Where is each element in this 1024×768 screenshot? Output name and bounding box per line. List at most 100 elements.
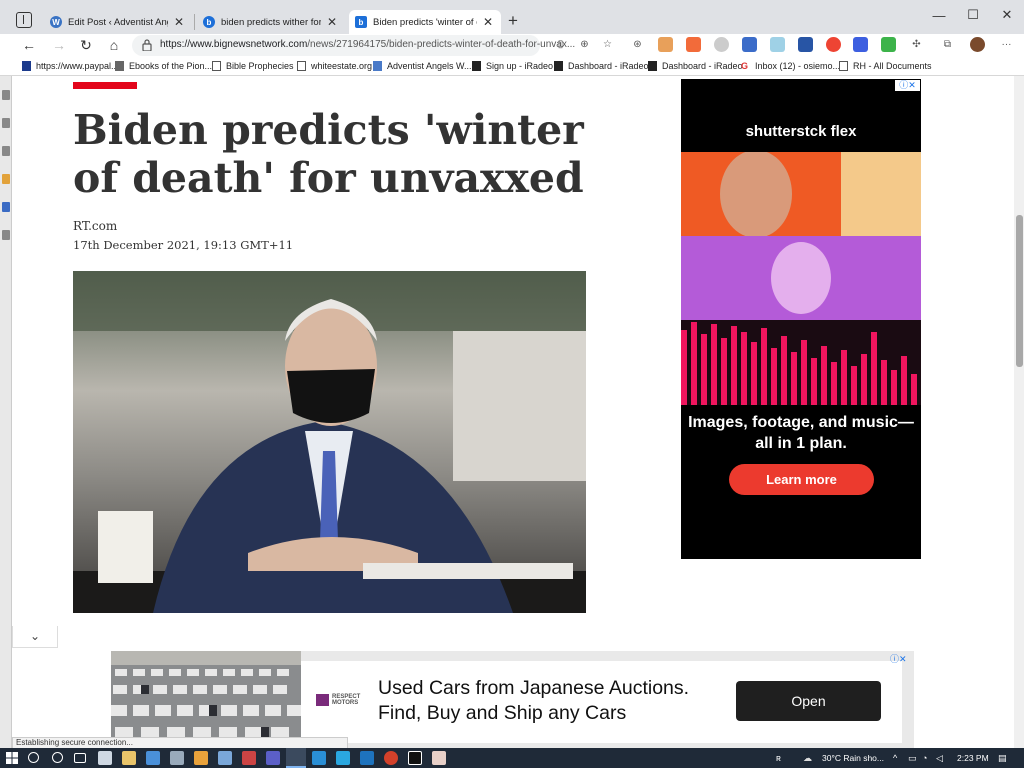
tab-biden-winter[interactable]: b Biden predicts 'winter of death' f ✕ xyxy=(349,10,501,34)
bookmark-rh-documents[interactable]: RH - All Documents xyxy=(839,60,932,72)
ad-collage-image xyxy=(681,152,921,405)
adchoices-icon[interactable]: ⓘ✕ xyxy=(890,652,914,664)
article-source[interactable]: RT.com xyxy=(73,219,117,233)
collections-icon[interactable]: ⧉ xyxy=(940,37,955,52)
close-icon[interactable]: ✕ xyxy=(172,15,186,29)
forward-button[interactable]: → xyxy=(48,34,70,56)
notification-icon[interactable]: ▤ xyxy=(998,753,1007,764)
close-window-button[interactable]: ✕ xyxy=(990,4,1024,26)
taskbar-app-icon[interactable] xyxy=(218,751,232,765)
new-tab-button[interactable]: + xyxy=(504,12,522,30)
maximize-button[interactable]: ☐ xyxy=(956,4,990,26)
bookmarks-bar: https://www.paypal.... Ebooks of the Pio… xyxy=(0,56,1024,76)
respect-motors-logo-text: RESPECT MOTORS xyxy=(332,694,361,706)
cortana-icon[interactable] xyxy=(52,752,63,763)
people-icon[interactable]: ʀ xyxy=(776,753,781,763)
taskbar-app-icon[interactable] xyxy=(384,751,398,765)
network-icon[interactable]: ▭ xyxy=(908,753,917,764)
url-text[interactable]: https://www.bignewsnetwork.com/news/2719… xyxy=(160,39,575,50)
car-lot-photo xyxy=(111,651,301,748)
close-icon[interactable]: ✕ xyxy=(481,15,495,29)
gutter-icon[interactable] xyxy=(2,118,10,128)
weather-icon[interactable]: ☁ xyxy=(803,753,812,764)
minimize-button[interactable]: — xyxy=(922,4,956,26)
page-scrollbar[interactable] xyxy=(1014,76,1024,748)
clock[interactable]: 2:23 PM xyxy=(957,753,989,763)
extension-icon[interactable] xyxy=(826,37,841,52)
article-headline: Biden predicts 'winter of death' for unv… xyxy=(73,106,584,202)
gutter-icon[interactable] xyxy=(2,230,10,240)
taskbar-app-icon[interactable] xyxy=(432,751,446,765)
browser-toolbar: ← → ↻ ⌂ https://www.bignewsnetwork.com/n… xyxy=(0,34,1024,56)
more-menu-icon[interactable]: ··· xyxy=(999,37,1014,52)
download-icon[interactable]: ⊛ xyxy=(630,37,645,52)
taskbar-app-icon[interactable] xyxy=(146,751,160,765)
taskbar-app-icon[interactable] xyxy=(242,751,256,765)
extension-icon[interactable] xyxy=(853,37,868,52)
wifi-icon[interactable]: ◔ xyxy=(922,753,927,763)
taskbar-app-icon[interactable] xyxy=(122,751,136,765)
extension-icon[interactable] xyxy=(798,37,813,52)
learn-more-button[interactable]: Learn more xyxy=(729,464,874,495)
bookmark-adventist-angels[interactable]: Adventist Angels W... xyxy=(373,60,472,72)
windows-start-icon[interactable] xyxy=(6,752,18,764)
extension-icon[interactable] xyxy=(686,37,701,52)
reader-view-icon[interactable]: ▯ xyxy=(553,37,568,52)
taskbar-app-icon[interactable] xyxy=(98,751,112,765)
tab-separator xyxy=(194,14,195,30)
bing-icon: b xyxy=(203,16,215,28)
chevron-up-icon[interactable]: ^ xyxy=(893,753,897,763)
taskbar-app-icon[interactable] xyxy=(408,751,422,765)
taskbar-app-icon[interactable] xyxy=(266,751,280,765)
bookmark-bible-prophecies[interactable]: Bible Prophecies xyxy=(212,60,294,72)
bookmark-iradeo-signup[interactable]: Sign up - iRadeo xyxy=(472,60,553,72)
extensions-puzzle-icon[interactable]: ✣ xyxy=(909,37,924,52)
bookmark-iradeo-dashboard-2[interactable]: Dashboard - iRadeo xyxy=(648,60,743,72)
shutterstock-ad[interactable]: shutterstck flex Images, footage, and mu… xyxy=(681,79,921,559)
open-button[interactable]: Open xyxy=(736,681,881,721)
bookmark-paypal[interactable]: https://www.paypal.... xyxy=(22,60,121,72)
search-icon[interactable] xyxy=(28,752,39,763)
scrollbar-thumb[interactable] xyxy=(1016,215,1023,367)
extension-icon[interactable] xyxy=(770,37,785,52)
refresh-button[interactable]: ↻ xyxy=(75,34,97,56)
volume-icon[interactable]: ◁ xyxy=(936,753,943,764)
taskbar-app-icon[interactable] xyxy=(312,751,326,765)
edge-taskbar-icon[interactable] xyxy=(286,748,306,768)
tab-actions-icon[interactable] xyxy=(16,12,32,28)
gutter-icon[interactable] xyxy=(2,174,10,184)
adchoices-icon[interactable]: ⓘ✕ xyxy=(895,80,920,91)
extension-icon[interactable] xyxy=(714,37,729,52)
tab-biden-wither[interactable]: b biden predicts wither for unvaxx ✕ xyxy=(197,10,345,34)
profile-avatar[interactable] xyxy=(970,37,985,52)
taskbar-app-icon[interactable] xyxy=(170,751,184,765)
article-photo-image xyxy=(73,271,586,613)
gutter-icon[interactable] xyxy=(2,146,10,156)
window-controls: — ☐ ✕ xyxy=(922,4,1024,34)
extension-icon[interactable] xyxy=(881,37,896,52)
lock-icon[interactable] xyxy=(142,39,152,51)
tab-edit-post[interactable]: W Edit Post ‹ Adventist Angels Wat ✕ xyxy=(44,10,192,34)
bookmark-whiteestate[interactable]: whiteestate.org xyxy=(297,60,372,72)
taskbar-app-icon[interactable] xyxy=(194,751,208,765)
taskbar-app-icon[interactable] xyxy=(336,751,350,765)
weather-text[interactable]: 30°C Rain sho... xyxy=(822,753,884,763)
bignews-icon: b xyxy=(355,16,367,28)
bookmark-gmail-inbox[interactable]: G Inbox (12) - osiemo... xyxy=(741,60,840,72)
taskbar-app-icon[interactable] xyxy=(360,751,374,765)
gutter-icon[interactable] xyxy=(2,90,10,100)
car-lot-image[interactable] xyxy=(111,651,301,748)
extension-icon[interactable] xyxy=(742,37,757,52)
home-button[interactable]: ⌂ xyxy=(103,34,125,56)
favorite-star-icon[interactable]: ☆ xyxy=(600,37,615,52)
zoom-icon[interactable]: ⊕ xyxy=(577,37,592,52)
close-icon[interactable]: ✕ xyxy=(325,15,339,29)
bookmark-ebooks[interactable]: Ebooks of the Pion... xyxy=(115,60,212,72)
gutter-icon[interactable] xyxy=(2,202,10,212)
bookmark-iradeo-dashboard[interactable]: Dashboard - iRadeo xyxy=(554,60,649,72)
back-button[interactable]: ← xyxy=(18,34,40,56)
extension-icon[interactable] xyxy=(658,37,673,52)
ad-headline: Images, footage, and music—all in 1 plan… xyxy=(688,414,914,452)
task-view-icon[interactable] xyxy=(74,753,86,763)
chevron-down-icon[interactable]: ⌄ xyxy=(12,626,58,648)
